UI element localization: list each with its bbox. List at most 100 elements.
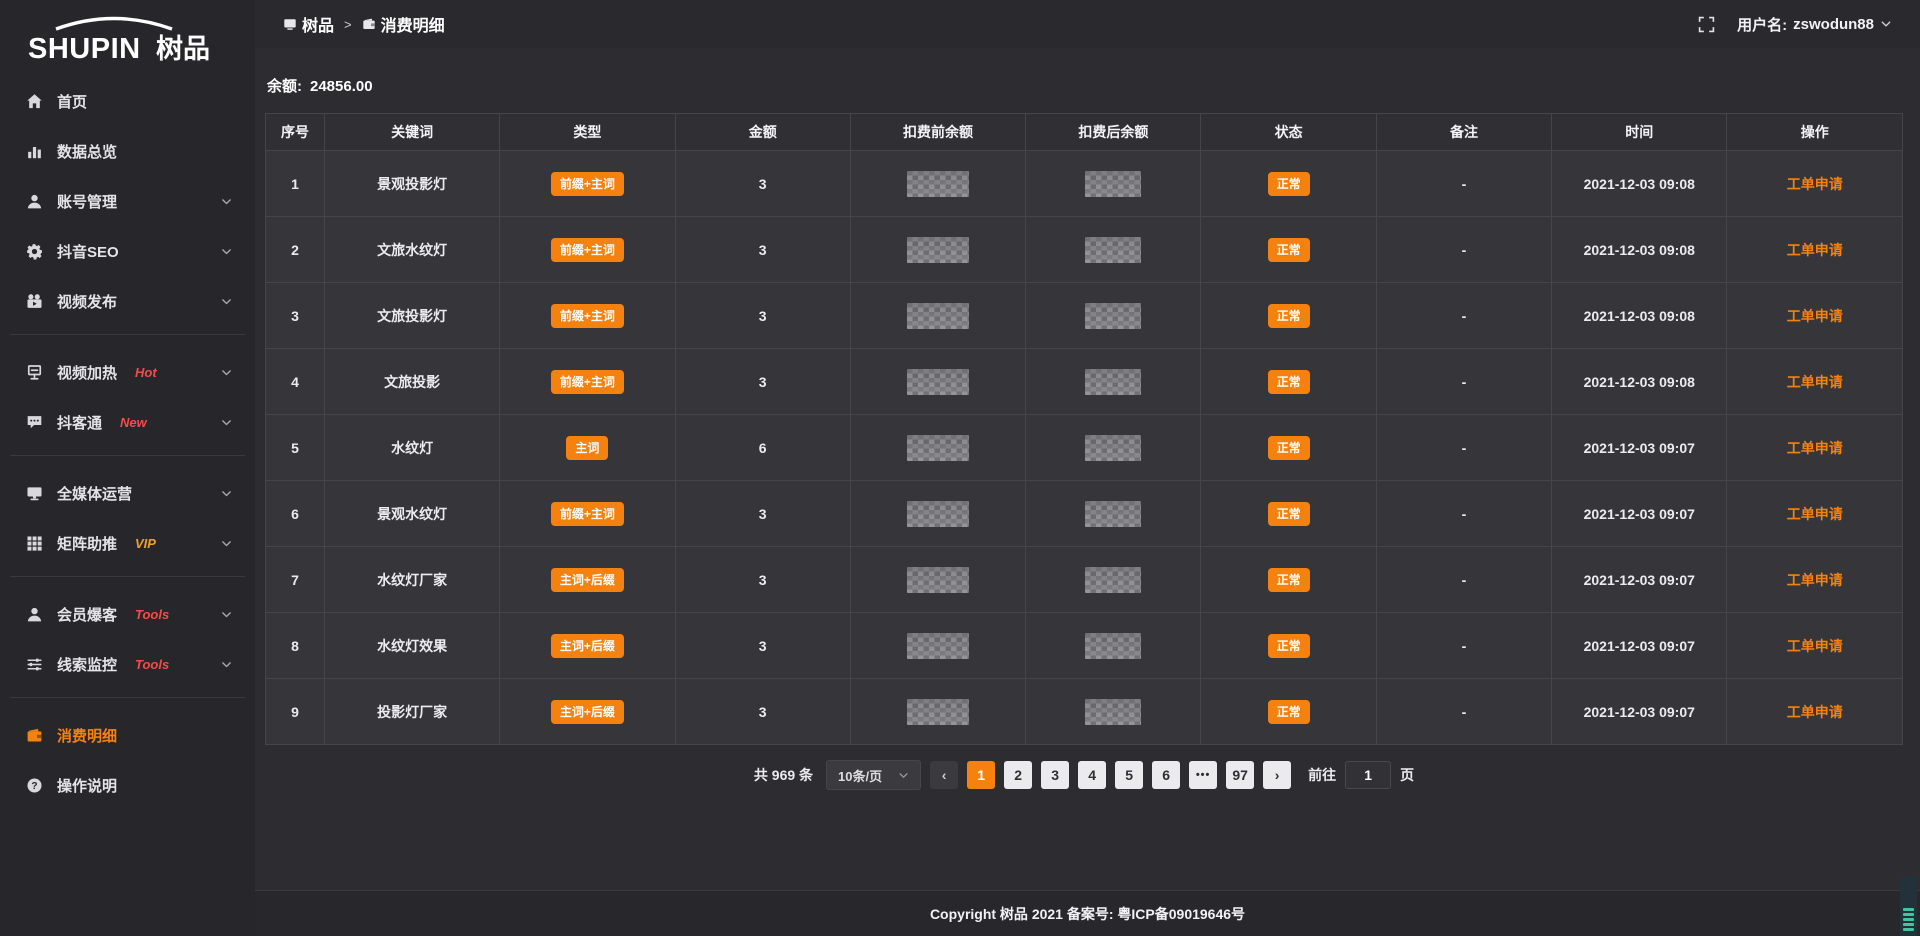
page-button-97[interactable]: 97 [1226, 761, 1254, 789]
sidebar-item-lead-monitor[interactable]: 线索监控 Tools [0, 639, 255, 689]
sidebar-item-member-burst[interactable]: 会员爆客 Tools [0, 589, 255, 639]
cell-amount: 3 [675, 613, 850, 679]
chevron-left-icon: ‹ [942, 767, 947, 783]
breadcrumb-item-consumption-detail[interactable]: 消费明细 [362, 12, 445, 36]
status-badge: 正常 [1268, 436, 1310, 460]
chevron-down-icon [220, 195, 233, 208]
menu-divider [10, 576, 245, 577]
cell-remark: - [1376, 151, 1551, 217]
gear-icon [26, 243, 43, 260]
cell-balance-before [850, 547, 1025, 613]
page-size-select[interactable]: 10条/页 [826, 760, 921, 790]
cell-keyword: 水纹灯 [324, 415, 499, 481]
cell-amount: 3 [675, 679, 850, 745]
cell-action: 工单申请 [1727, 613, 1903, 679]
work-order-link[interactable]: 工单申请 [1787, 704, 1843, 720]
goto-page-group: 前往 页 [1308, 761, 1414, 789]
sidebar-item-data-overview[interactable]: 数据总览 [0, 126, 255, 176]
cell-action: 工单申请 [1727, 547, 1903, 613]
sidebar-item-label: 抖客通 [57, 412, 102, 433]
cell-type: 前缀+主词 [500, 151, 675, 217]
cell-status: 正常 [1201, 349, 1376, 415]
cell-keyword: 文旅投影 [324, 349, 499, 415]
chevron-right-icon: › [1275, 767, 1280, 783]
svg-text:?: ? [31, 780, 37, 791]
prev-page-button[interactable]: ‹ [930, 761, 958, 789]
sidebar-item-douyin-seo[interactable]: 抖音SEO [0, 226, 255, 276]
sidebar-item-label: 操作说明 [57, 775, 117, 796]
chevron-down-icon [220, 295, 233, 308]
redacted-value [907, 237, 969, 263]
sidebar-item-omnimedia[interactable]: 全媒体运营 [0, 468, 255, 518]
cell-remark: - [1376, 415, 1551, 481]
work-order-link[interactable]: 工单申请 [1787, 242, 1843, 258]
sidebar-item-instructions[interactable]: ? 操作说明 [0, 760, 255, 810]
floating-widget[interactable] [1900, 876, 1917, 936]
consumption-table: 序号 关键词 类型 金额 扣费前余额 扣费后余额 状态 备注 时间 操作 1 [265, 113, 1903, 745]
work-order-link[interactable]: 工单申请 [1787, 440, 1843, 456]
status-badge: 正常 [1268, 700, 1310, 724]
work-order-link[interactable]: 工单申请 [1787, 374, 1843, 390]
cell-index: 1 [266, 151, 325, 217]
type-badge: 前缀+主词 [551, 502, 624, 526]
page-button-4[interactable]: 4 [1078, 761, 1106, 789]
page-button-2[interactable]: 2 [1004, 761, 1032, 789]
cell-index: 8 [266, 613, 325, 679]
work-order-link[interactable]: 工单申请 [1787, 506, 1843, 522]
sidebar-item-label: 消费明细 [57, 725, 117, 746]
type-badge: 主词+后缀 [551, 634, 624, 658]
brand-logo[interactable]: SHUPIN 树品 [0, 10, 255, 64]
user-menu[interactable]: 用户名: zswodun88 [1737, 14, 1892, 35]
col-balance-before: 扣费前余额 [850, 114, 1025, 151]
table-row: 2 文旅水纹灯 前缀+主词 3 正常 - 2021-12-03 09:08 工单… [266, 217, 1903, 283]
breadcrumb-item-shupin[interactable]: 树品 [283, 12, 334, 36]
cell-action: 工单申请 [1727, 217, 1903, 283]
cell-status: 正常 [1201, 415, 1376, 481]
sidebar-item-label: 会员爆客 [57, 604, 117, 625]
cell-time: 2021-12-03 09:07 [1552, 481, 1727, 547]
type-badge: 前缀+主词 [551, 370, 624, 394]
sidebar-item-video-publish[interactable]: 视频发布 [0, 276, 255, 326]
goto-page-input[interactable] [1345, 761, 1391, 789]
work-order-link[interactable]: 工单申请 [1787, 572, 1843, 588]
redacted-value [907, 567, 969, 593]
next-page-button[interactable]: › [1263, 761, 1291, 789]
top-header: 树品 > 消费明细 用户名: zswodun88 [255, 0, 1920, 48]
cell-amount: 6 [675, 415, 850, 481]
col-action: 操作 [1727, 114, 1903, 151]
cell-balance-before [850, 679, 1025, 745]
cell-status: 正常 [1201, 283, 1376, 349]
sidebar-item-matrix-boost[interactable]: 矩阵助推 VIP [0, 518, 255, 568]
cell-remark: - [1376, 481, 1551, 547]
sidebar-item-label: 全媒体运营 [57, 483, 132, 504]
status-badge: 正常 [1268, 172, 1310, 196]
fullscreen-icon[interactable] [1698, 16, 1715, 33]
cell-balance-before [850, 283, 1025, 349]
col-balance-after: 扣费后余额 [1026, 114, 1201, 151]
cell-balance-after [1026, 547, 1201, 613]
user-icon [26, 193, 43, 210]
pagination-total: 共 969 条 [754, 765, 813, 785]
page-button-3[interactable]: 3 [1041, 761, 1069, 789]
more-pages-button[interactable]: ••• [1189, 761, 1217, 789]
board-icon [26, 364, 43, 381]
sidebar-item-video-heat[interactable]: 视频加热 Hot [0, 347, 255, 397]
sidebar-item-home[interactable]: 首页 [0, 76, 255, 126]
redacted-value [1085, 699, 1141, 725]
page-button-6[interactable]: 6 [1152, 761, 1180, 789]
work-order-link[interactable]: 工单申请 [1787, 176, 1843, 192]
work-order-link[interactable]: 工单申请 [1787, 308, 1843, 324]
cell-index: 5 [266, 415, 325, 481]
sidebar-item-account-mgmt[interactable]: 账号管理 [0, 176, 255, 226]
chevron-down-icon [220, 487, 233, 500]
page-button-1[interactable]: 1 [967, 761, 995, 789]
type-badge: 前缀+主词 [551, 238, 624, 262]
sidebar-item-consumption-detail[interactable]: 消费明细 [0, 710, 255, 760]
page-button-5[interactable]: 5 [1115, 761, 1143, 789]
sliders-icon [26, 656, 43, 673]
sidebar-item-doukertong[interactable]: 抖客通 New [0, 397, 255, 447]
work-order-link[interactable]: 工单申请 [1787, 638, 1843, 654]
app-window: SHUPIN 树品 首页 数据总览 账号管理 [0, 0, 1920, 936]
cell-remark: - [1376, 547, 1551, 613]
cell-remark: - [1376, 679, 1551, 745]
